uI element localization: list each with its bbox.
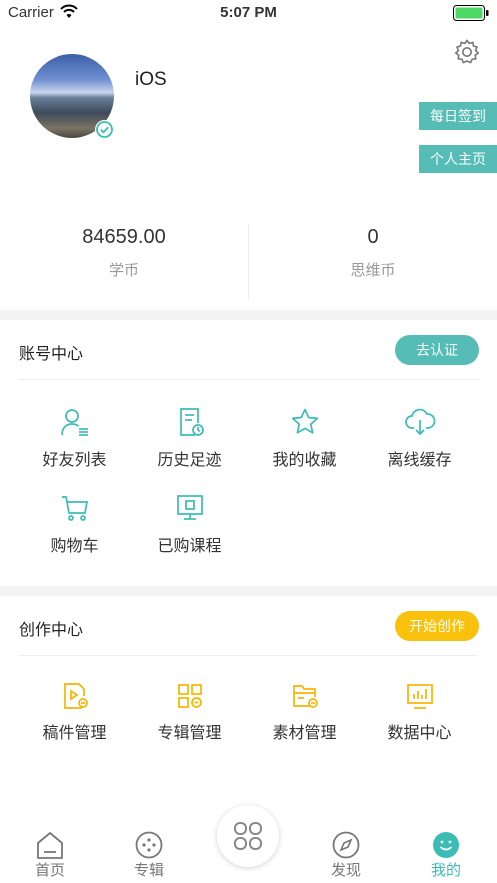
daily-checkin-button[interactable]: 每日签到 xyxy=(419,102,497,130)
tab-mine[interactable]: 我的 xyxy=(406,831,486,880)
section-title: 创作中心 xyxy=(19,622,84,639)
item-label: 稿件管理 xyxy=(42,725,107,742)
friends-list-icon xyxy=(60,409,88,436)
tab-label: 发现 xyxy=(330,862,361,879)
tab-discover[interactable]: 发现 xyxy=(306,831,386,880)
tab-home[interactable]: 首页 xyxy=(10,831,90,880)
history-icon xyxy=(179,408,204,436)
verified-badge-icon xyxy=(95,120,114,139)
item-label: 我的收藏 xyxy=(272,452,337,469)
material-management-item[interactable]: 素材管理 xyxy=(247,681,362,743)
data-chart-icon xyxy=(406,684,433,709)
username: iOS xyxy=(135,69,167,90)
tab-label: 首页 xyxy=(34,862,65,879)
cart-icon xyxy=(61,496,88,521)
item-label: 好友列表 xyxy=(42,452,107,469)
account-center-section: 账号中心 去认证 好友列表 历史足迹 我的收藏 离线缓存 购物车 已购课程 xyxy=(0,320,497,586)
tab-album[interactable]: 专辑 xyxy=(109,831,189,880)
cart-item[interactable]: 购物车 xyxy=(17,492,132,556)
item-label: 历史足迹 xyxy=(157,452,222,469)
manuscript-icon xyxy=(63,683,88,709)
stat-thinking-coins-value: 0 xyxy=(367,226,379,248)
history-item[interactable]: 历史足迹 xyxy=(132,406,247,470)
stat-coins-label: 学币 xyxy=(108,262,139,279)
stat-thinking-coins-label: 思维币 xyxy=(350,262,396,279)
profile-smile-icon xyxy=(433,832,459,858)
profile-header: iOS 每日签到 个人主页 84659.00 学币 0 思维币 xyxy=(0,26,497,310)
item-label: 数据中心 xyxy=(387,725,452,742)
divider xyxy=(19,655,478,656)
compass-icon xyxy=(332,831,360,859)
divider xyxy=(19,379,478,380)
star-icon xyxy=(291,408,318,434)
battery-icon xyxy=(453,5,489,21)
personal-homepage-button[interactable]: 个人主页 xyxy=(419,145,497,173)
tab-label: 专辑 xyxy=(133,862,164,879)
purchased-course-icon xyxy=(176,495,203,520)
stat-thinking-coins[interactable]: 0 思维币 xyxy=(249,226,497,280)
clock: 5:07 PM xyxy=(220,4,277,21)
item-label: 离线缓存 xyxy=(387,452,452,469)
status-bar: Carrier 5:07 PM xyxy=(0,0,497,26)
album-icon xyxy=(135,831,163,859)
tab-label: 我的 xyxy=(430,862,461,879)
friends-list-item[interactable]: 好友列表 xyxy=(17,406,132,470)
data-center-item[interactable]: 数据中心 xyxy=(362,681,477,743)
center-apps-icon xyxy=(234,822,262,850)
gear-icon[interactable] xyxy=(453,38,481,66)
manuscript-item[interactable]: 稿件管理 xyxy=(17,681,132,743)
material-folder-icon xyxy=(292,685,318,708)
start-creating-button[interactable]: 开始创作 xyxy=(395,611,479,641)
album-grid-icon xyxy=(177,684,202,708)
stat-coins-value: 84659.00 xyxy=(82,226,166,248)
cloud-download-icon xyxy=(404,408,435,436)
favorites-item[interactable]: 我的收藏 xyxy=(247,406,362,470)
item-label: 专辑管理 xyxy=(157,725,222,742)
center-create-button[interactable] xyxy=(217,805,279,867)
offline-cache-item[interactable]: 离线缓存 xyxy=(362,406,477,470)
section-title: 账号中心 xyxy=(19,346,84,363)
item-label: 素材管理 xyxy=(272,725,337,742)
stat-coins[interactable]: 84659.00 学币 xyxy=(0,226,248,280)
home-icon xyxy=(37,832,63,859)
creation-center-section: 创作中心 开始创作 稿件管理 专辑管理 素材管理 数据中心 xyxy=(0,596,497,825)
item-label: 已购课程 xyxy=(157,538,222,555)
verify-button[interactable]: 去认证 xyxy=(395,335,479,365)
album-management-item[interactable]: 专辑管理 xyxy=(132,681,247,743)
item-label: 购物车 xyxy=(50,538,99,555)
purchased-course-item[interactable]: 已购课程 xyxy=(132,492,247,556)
